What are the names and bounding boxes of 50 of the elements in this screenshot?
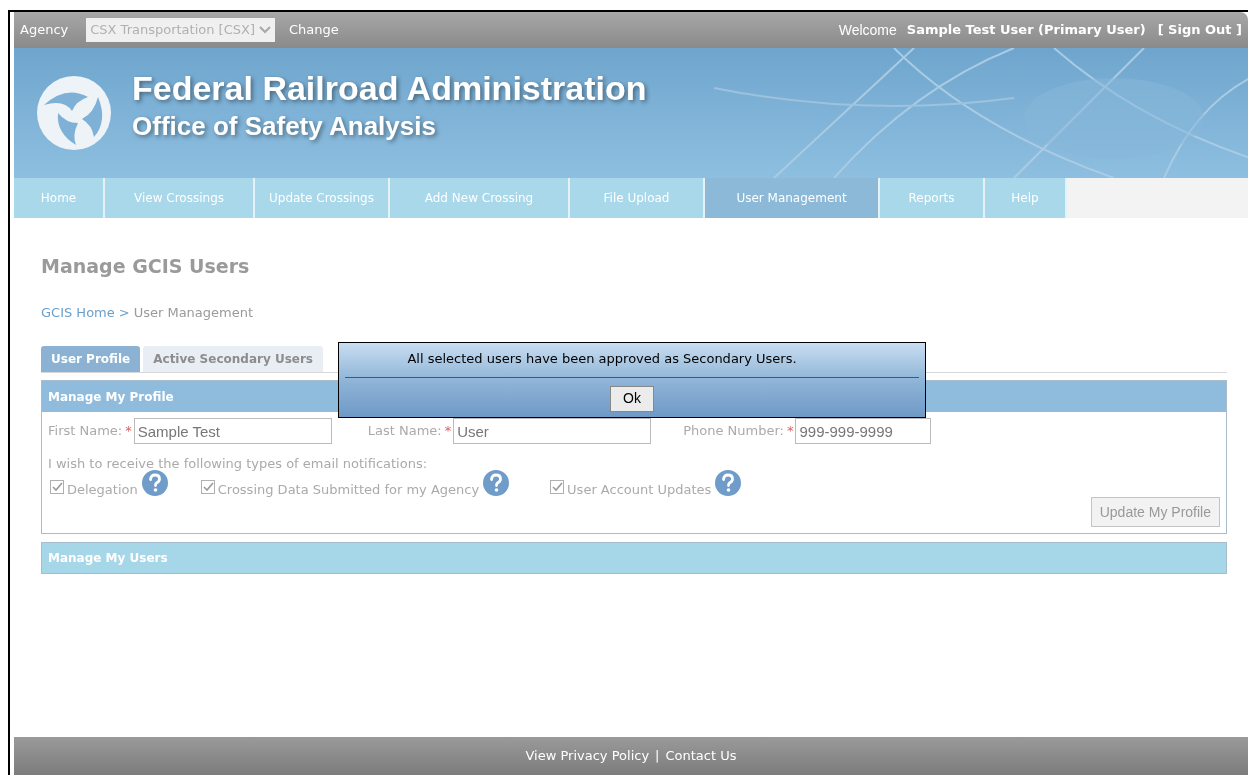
footer-link[interactable]: View Privacy Policy [525, 746, 650, 766]
checkbox[interactable] [200, 480, 215, 495]
tab[interactable]: Active Secondary Users [143, 346, 323, 372]
nav-tab[interactable]: Update Crossings [255, 178, 390, 218]
checkbox-label: Delegation [67, 480, 138, 499]
nav-tab[interactable]: File Upload [570, 178, 705, 218]
field-label: Phone Number: [683, 422, 784, 441]
page-title: Manage GCIS Users [41, 254, 251, 279]
breadcrumb-separator: > [118, 303, 130, 322]
required-mark: * [444, 422, 452, 441]
banner-title: Federal Railroad Administration [132, 68, 647, 109]
required-mark: * [786, 422, 794, 441]
text-field[interactable]: 999-999-9999 [795, 418, 932, 444]
nav-tab[interactable]: View Crossings [105, 178, 255, 218]
help-icon[interactable] [140, 469, 169, 498]
sign-out-link[interactable]: [ Sign Out ] [1157, 20, 1242, 40]
dialog-message: All selected users have been approved as Secondary Users. [407, 350, 797, 368]
footer-link[interactable]: Contact Us [665, 746, 737, 766]
notifications-label: I wish to receive the following types of email notifications: [48, 455, 429, 473]
nav-tab[interactable]: Home [14, 178, 105, 218]
banner-subtitle: Office of Safety Analysis [132, 110, 437, 143]
nav-tab[interactable]: Reports [880, 178, 985, 218]
checkbox[interactable] [550, 480, 565, 495]
chevron-down-icon [259, 26, 271, 34]
change-link[interactable]: Change [289, 20, 339, 40]
help-icon[interactable] [714, 469, 743, 498]
checkbox-label: User Account Updates [567, 480, 712, 499]
update-profile-button[interactable]: Update My Profile [1090, 497, 1220, 527]
ok-button[interactable]: Ok [610, 385, 654, 412]
agency-label: Agency [20, 21, 69, 40]
nav-tab[interactable]: User Management [705, 178, 880, 218]
tab[interactable]: User Profile [41, 346, 141, 372]
text-field[interactable]: User [453, 418, 652, 444]
nav-tab[interactable]: Add New Crossing [390, 178, 570, 218]
welcome-text: Welcome [838, 20, 897, 40]
breadcrumb-current: User Management [133, 303, 254, 322]
help-icon[interactable] [482, 469, 511, 498]
checkbox[interactable] [50, 480, 64, 495]
separator: | [655, 747, 660, 766]
agency-select[interactable]: CSX Transportation [CSX] [86, 18, 275, 42]
text-field[interactable]: Sample Test [133, 418, 332, 444]
checkbox-label: Crossing Data Submitted for my Agency [217, 480, 480, 499]
user-name: Sample Test User (Primary User) [906, 21, 1146, 40]
required-mark: * [125, 422, 132, 441]
logo-icon [36, 75, 112, 151]
nav-tab[interactable]: Help [985, 178, 1067, 218]
field-label: Last Name: [367, 422, 442, 441]
field-label: First Name: [48, 422, 123, 441]
panel-header: Manage My Users [41, 542, 1227, 574]
breadcrumb-link[interactable]: GCIS Home [41, 302, 115, 322]
